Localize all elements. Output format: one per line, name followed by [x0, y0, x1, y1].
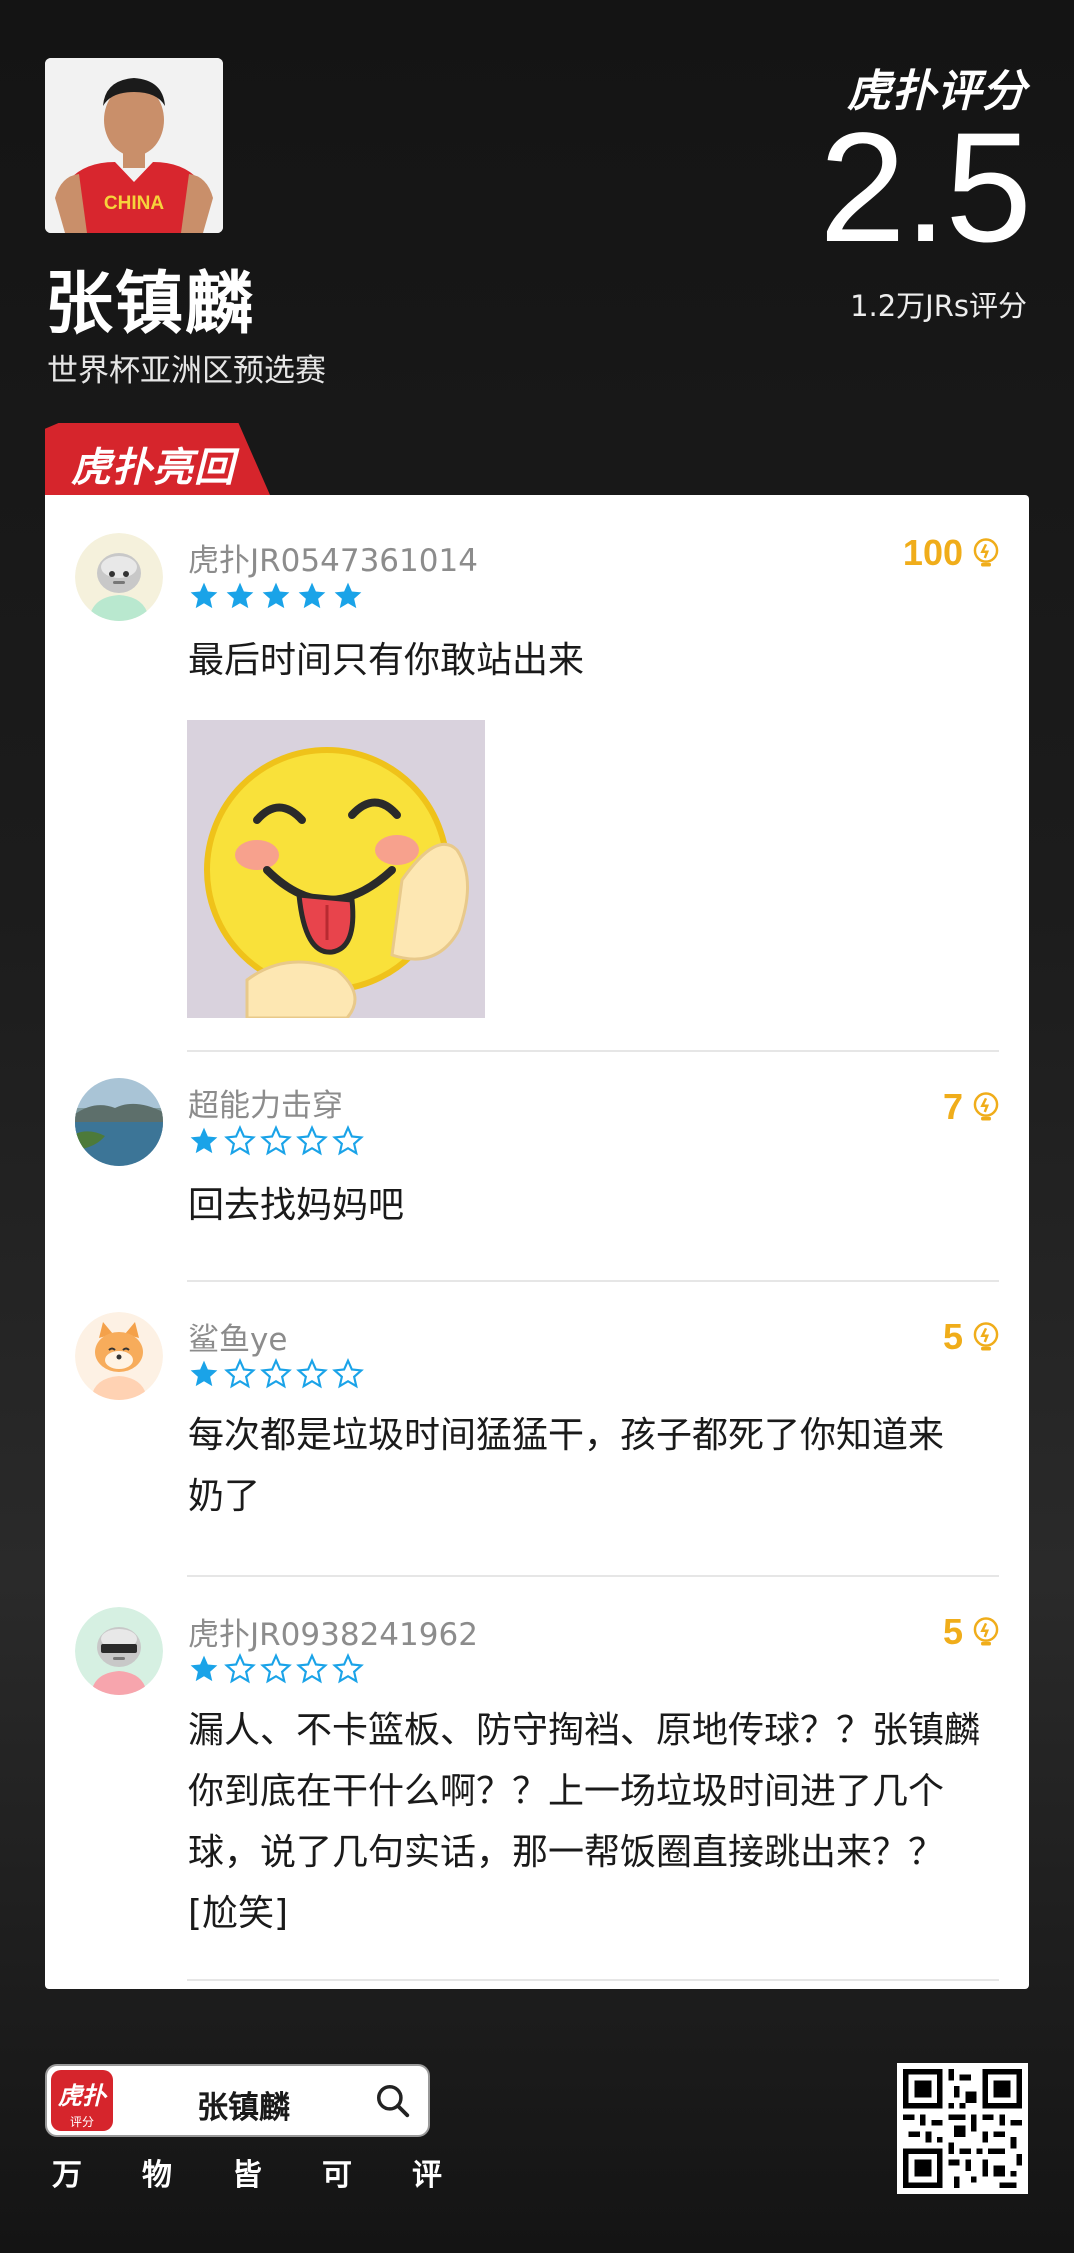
slogan-char: 可: [322, 2158, 352, 2193]
ratings-count: 1.2万JRs评分: [850, 289, 1027, 323]
lightbulb-icon: [973, 1617, 999, 1646]
star-empty-icon: [332, 1358, 364, 1389]
star-empty-icon: [224, 1358, 256, 1389]
likes[interactable]: 5: [943, 1316, 1001, 1358]
comment-text: 漏人、不卡篮板、防守掏裆、原地传球？？张镇麟你到底在干什么啊？？上一场垃圾时间进…: [188, 1710, 981, 1934]
star-empty-icon: [224, 1653, 256, 1684]
star-rating: [188, 580, 364, 612]
likes-count: 5: [942, 1316, 963, 1357]
star-empty-icon: [260, 1653, 292, 1684]
username[interactable]: 虎扑JR0547361014: [188, 535, 478, 580]
lightbulb-icon: [973, 1092, 999, 1121]
search-query: 张镇麟: [197, 2090, 290, 2126]
divider: [187, 1979, 999, 1981]
star-empty-icon: [260, 1358, 292, 1389]
star-empty-icon: [260, 1125, 292, 1156]
star-empty-icon: [296, 1653, 328, 1684]
slogan: 万 物 皆 可 评: [52, 2150, 442, 2194]
slogan-char: 物: [142, 2158, 172, 2193]
comment-text: 每次都是垃圾时间猛猛干，孩子都死了你知道来奶了: [188, 1415, 945, 1517]
slogan-char: 万: [52, 2158, 82, 2193]
star-filled-icon: [298, 582, 326, 609]
app-icon[interactable]: 虎扑 评分: [51, 2070, 113, 2131]
comments-card: 虎扑JR0547361014 100 最后时间只有你敢站出来 超能力击穿 7 回…: [45, 495, 1029, 1989]
star-empty-icon: [296, 1125, 328, 1156]
star-rating: [188, 1125, 364, 1157]
star-filled-icon: [190, 1655, 218, 1682]
player-avatar: CHINA: [45, 58, 223, 233]
star-empty-icon: [332, 1125, 364, 1156]
user-avatar[interactable]: [75, 1607, 163, 1695]
star-empty-icon: [332, 1653, 364, 1684]
slogan-char: 评: [412, 2158, 442, 2193]
comment-item: 虎扑JR0547361014 100 最后时间只有你敢站出来: [45, 495, 1029, 1052]
overall-score: 2.5: [819, 101, 1032, 275]
star-filled-icon: [226, 582, 254, 609]
likes[interactable]: 5: [943, 1611, 1001, 1653]
username[interactable]: 鲨鱼ye: [188, 1314, 287, 1359]
star-empty-icon: [224, 1125, 256, 1156]
qr-code[interactable]: [897, 2063, 1028, 2194]
comment-text: 最后时间只有你敢站出来: [188, 640, 585, 681]
jersey-text: CHINA: [104, 193, 164, 214]
search-icon[interactable]: [374, 2082, 412, 2120]
highlight-replies-tag: 虎扑亮回复: [45, 423, 270, 495]
comment-item: 超能力击穿 7 回去找妈妈吧: [45, 1050, 1029, 1282]
star-rating: [188, 1358, 364, 1390]
likes-count: 100: [902, 532, 963, 573]
app-icon-title: 虎扑: [58, 2082, 106, 2110]
user-avatar[interactable]: [75, 1078, 163, 1166]
star-filled-icon: [334, 582, 362, 609]
username[interactable]: 虎扑JR0938241962: [188, 1609, 478, 1654]
comment-image[interactable]: [187, 720, 485, 1018]
star-filled-icon: [190, 582, 218, 609]
lightbulb-icon: [973, 538, 999, 567]
event-name: 世界杯亚洲区预选赛: [47, 353, 326, 389]
likes[interactable]: 100: [903, 532, 1001, 574]
comment-item: 鲨鱼ye 5 每次都是垃圾时间猛猛干，孩子都死了你知道来奶了: [45, 1280, 1029, 1577]
slogan-char: 皆: [232, 2158, 262, 2193]
search-bar[interactable]: 虎扑 评分 张镇麟: [45, 2064, 430, 2137]
user-avatar[interactable]: [75, 533, 163, 621]
likes-count: 7: [942, 1086, 963, 1127]
star-empty-icon: [296, 1358, 328, 1389]
app-icon-subtitle: 评分: [69, 2115, 94, 2129]
star-rating: [188, 1653, 364, 1685]
star-filled-icon: [262, 582, 290, 609]
username[interactable]: 超能力击穿: [188, 1080, 343, 1125]
lightbulb-icon: [973, 1322, 999, 1351]
likes-count: 5: [942, 1611, 963, 1652]
comment-text: 回去找妈妈吧: [188, 1185, 405, 1226]
comment-item: 虎扑JR0938241962 5 漏人、不卡篮板、防守掏裆、原地传球？？张镇麟你…: [45, 1575, 1029, 1989]
player-name: 张镇麟: [45, 265, 256, 344]
star-filled-icon: [190, 1127, 218, 1154]
user-avatar[interactable]: [75, 1312, 163, 1400]
likes[interactable]: 7: [943, 1086, 1001, 1128]
star-filled-icon: [190, 1360, 218, 1387]
